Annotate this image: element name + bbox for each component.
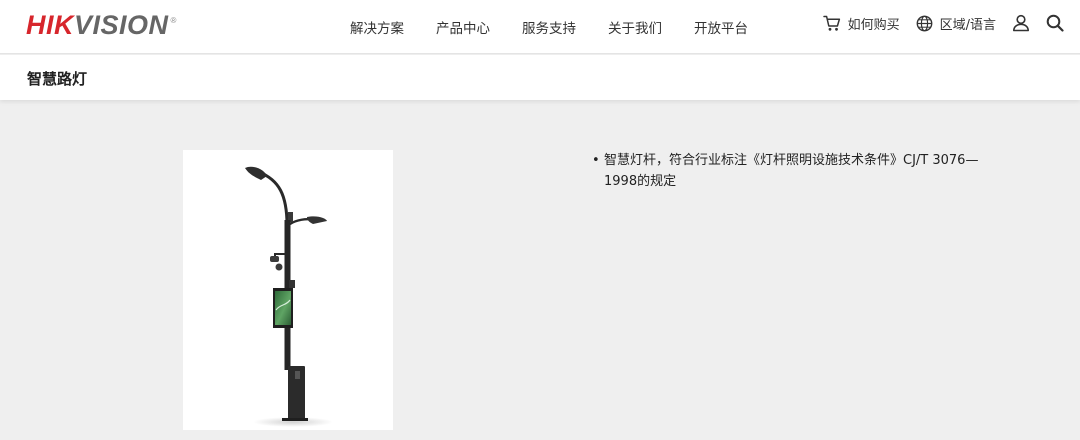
- how-to-buy-label: 如何购买: [847, 17, 900, 33]
- smart-street-lamp-image: [183, 150, 393, 430]
- globe-icon: [916, 15, 933, 31]
- nav-item-about[interactable]: 关于我们: [608, 17, 662, 37]
- region-language-selector[interactable]: 区域/语言: [916, 14, 996, 33]
- description-list: 智慧灯杆，符合行业标注《灯杆照明设施技术条件》CJ/T 3076—1998的规定: [592, 150, 992, 192]
- region-language-label: 区域/语言: [939, 17, 996, 33]
- user-icon: [1013, 14, 1029, 32]
- logo-registered-mark: ®: [170, 16, 177, 25]
- page-title-bar: 智慧路灯: [0, 55, 1080, 100]
- product-description: 智慧灯杆，符合行业标注《灯杆照明设施技术条件》CJ/T 3076—1998的规定: [592, 150, 992, 192]
- main-nav: 解决方案 产品中心 服务支持 关于我们 开放平台: [334, 0, 764, 54]
- hikvision-logo[interactable]: HIKVISION ®: [26, 8, 177, 42]
- search-icon: [1046, 14, 1064, 32]
- logo-text-hik: HIK: [26, 10, 74, 40]
- nav-item-solutions[interactable]: 解决方案: [350, 17, 404, 37]
- nav-item-support[interactable]: 服务支持: [522, 17, 576, 37]
- how-to-buy-link[interactable]: 如何购买: [822, 14, 900, 33]
- cart-icon: [822, 15, 840, 31]
- page-title: 智慧路灯: [27, 70, 88, 88]
- search-button[interactable]: [1046, 14, 1064, 32]
- nav-item-open-platform[interactable]: 开放平台: [694, 17, 748, 37]
- nav-item-products[interactable]: 产品中心: [436, 17, 490, 37]
- street-lamp-illustration: [245, 166, 333, 427]
- description-item: 智慧灯杆，符合行业标注《灯杆照明设施技术条件》CJ/T 3076—1998的规定: [592, 150, 992, 192]
- top-navigation-bar: HIKVISION ® 解决方案 产品中心 服务支持 关于我们 开放平台 如何购买: [0, 0, 1080, 54]
- user-account-button[interactable]: [1012, 14, 1030, 32]
- header-tools: 如何购买 区域/语言: [807, 0, 1064, 46]
- logo-text-vision: VISION: [74, 10, 169, 40]
